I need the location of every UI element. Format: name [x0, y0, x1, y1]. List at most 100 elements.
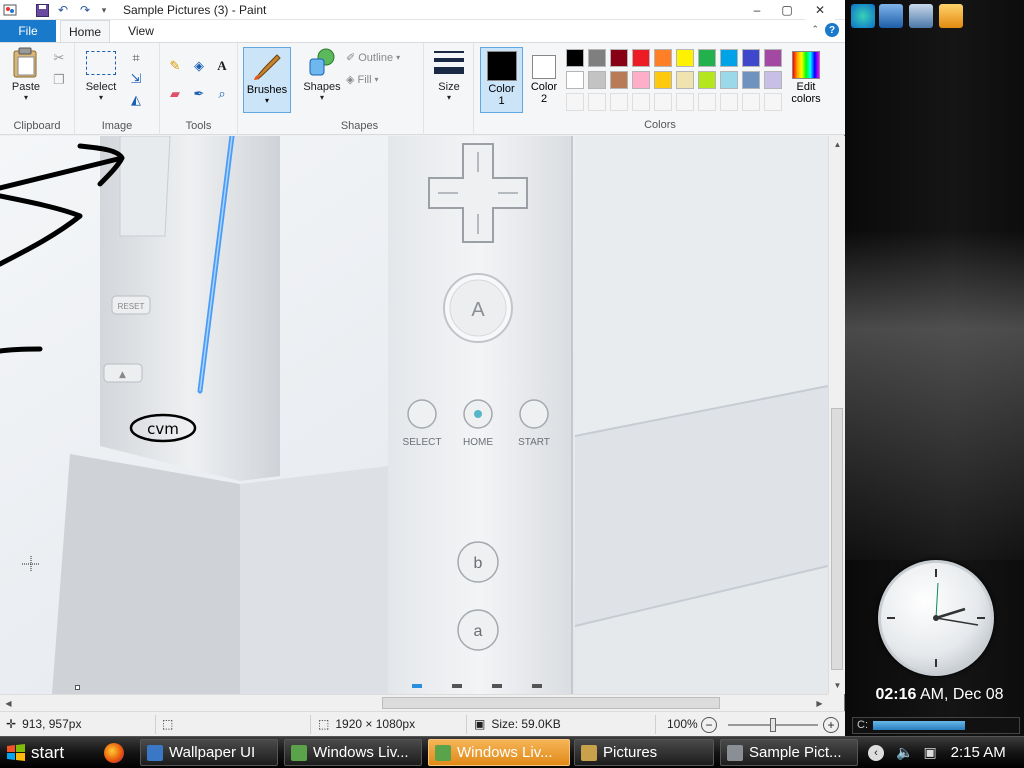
palette-color-swatch[interactable]: [588, 49, 606, 67]
palette-color-swatch[interactable]: [632, 49, 650, 67]
taskbar-button[interactable]: Pictures: [574, 739, 714, 766]
crop-icon[interactable]: ⌗: [127, 49, 145, 67]
eraser-icon[interactable]: ▰: [166, 85, 184, 103]
vertical-scrollbar[interactable]: ▲ ▼: [828, 136, 845, 694]
custom-color-slot[interactable]: [566, 93, 584, 111]
shapes-button[interactable]: Shapes ▾: [300, 47, 344, 102]
custom-color-slot[interactable]: [676, 93, 694, 111]
paste-button[interactable]: Paste ▾: [6, 47, 46, 102]
palette-color-swatch[interactable]: [764, 49, 782, 67]
custom-color-slot[interactable]: [632, 93, 650, 111]
outline-button[interactable]: ✐ Outline ▾: [346, 51, 400, 65]
network-icon[interactable]: ▣: [923, 744, 936, 761]
palette-color-swatch[interactable]: [654, 49, 672, 67]
home-label-wii: HOME: [463, 437, 493, 448]
paint-app-icon[interactable]: [2, 2, 18, 18]
magnifier-icon[interactable]: ⌕: [213, 85, 231, 103]
scroll-right-icon[interactable]: ▶: [811, 695, 828, 712]
custom-color-slot[interactable]: [764, 93, 782, 111]
pencil-icon[interactable]: ✎: [166, 57, 184, 75]
palette-color-swatch[interactable]: [566, 49, 584, 67]
start-label-wii: START: [518, 437, 550, 448]
minimize-button[interactable]: –: [742, 0, 772, 20]
horizontal-scrollbar[interactable]: ◀ ▶: [0, 694, 828, 711]
custom-color-slot[interactable]: [720, 93, 738, 111]
palette-color-swatch[interactable]: [610, 71, 628, 89]
undo-icon[interactable]: ↶: [55, 2, 71, 18]
color-picker-icon[interactable]: ✒: [190, 85, 208, 103]
palette-color-swatch[interactable]: [676, 49, 694, 67]
palette-color-swatch[interactable]: [654, 71, 672, 89]
palette-color-swatch[interactable]: [742, 71, 760, 89]
drawing-canvas[interactable]: RESET ▲ cvm A SELECT HOME START b a: [0, 136, 828, 694]
taskbar-button[interactable]: Windows Liv...: [428, 739, 570, 766]
redo-icon[interactable]: ↷: [77, 2, 93, 18]
edit-colors-button[interactable]: Edit colors: [786, 47, 826, 113]
maximize-button[interactable]: ▢: [772, 0, 802, 20]
zoom-slider-thumb[interactable]: [770, 718, 776, 732]
zoom-in-button[interactable]: +: [823, 717, 839, 733]
palette-color-swatch[interactable]: [720, 71, 738, 89]
palette-color-swatch[interactable]: [676, 71, 694, 89]
select-button[interactable]: Select ▾: [81, 47, 121, 102]
scroll-left-icon[interactable]: ◀: [0, 695, 17, 712]
palette-color-swatch[interactable]: [720, 49, 738, 67]
custom-color-slot[interactable]: [654, 93, 672, 111]
taskbar-button[interactable]: Sample Pict...: [720, 739, 858, 766]
clock-gadget[interactable]: [878, 560, 994, 676]
customize-qat-icon[interactable]: ▾: [96, 2, 112, 18]
palette-color-swatch[interactable]: [698, 71, 716, 89]
palette-color-swatch[interactable]: [610, 49, 628, 67]
paste-dropdown-icon[interactable]: ▾: [6, 93, 46, 102]
select-dropdown-icon[interactable]: ▾: [81, 93, 121, 102]
canvas-resize-handle[interactable]: [75, 685, 80, 690]
color1-button[interactable]: Color 1: [480, 47, 523, 113]
edge-icon[interactable]: [851, 4, 875, 28]
taskbar-button[interactable]: Wallpaper UI: [140, 739, 278, 766]
media-player-icon[interactable]: [939, 4, 963, 28]
palette-color-swatch[interactable]: [764, 71, 782, 89]
custom-color-slot[interactable]: [698, 93, 716, 111]
palette-color-swatch[interactable]: [742, 49, 760, 67]
volume-muted-icon[interactable]: 🔈: [896, 744, 913, 761]
horizontal-scroll-thumb[interactable]: [382, 697, 720, 709]
switch-windows-icon[interactable]: [909, 4, 933, 28]
tray-expand-icon[interactable]: ‹: [868, 744, 884, 761]
drive-label: C:: [857, 719, 868, 731]
zoom-slider[interactable]: [728, 718, 818, 732]
vertical-scroll-thumb[interactable]: [831, 408, 843, 670]
collapse-ribbon-icon[interactable]: ⌃: [811, 24, 819, 35]
firefox-icon[interactable]: [104, 743, 124, 763]
start-button[interactable]: start: [0, 737, 90, 768]
custom-color-slot[interactable]: [588, 93, 606, 111]
custom-color-slot[interactable]: [742, 93, 760, 111]
brushes-button[interactable]: Brushes ▾: [243, 47, 291, 113]
scroll-down-icon[interactable]: ▼: [829, 677, 846, 694]
palette-color-swatch[interactable]: [588, 71, 606, 89]
copy-icon[interactable]: ❐: [50, 71, 68, 89]
text-icon[interactable]: A: [213, 57, 231, 75]
cut-icon[interactable]: ✂: [50, 49, 68, 67]
scroll-up-icon[interactable]: ▲: [829, 136, 846, 153]
tab-view[interactable]: View: [118, 20, 164, 42]
image-dimensions: ⬚ 1920 × 1080px: [318, 717, 415, 731]
tab-home[interactable]: Home: [60, 20, 110, 42]
help-icon[interactable]: ?: [825, 23, 839, 37]
zoom-out-button[interactable]: −: [701, 717, 717, 733]
custom-color-slot[interactable]: [610, 93, 628, 111]
color2-button[interactable]: Color 2: [524, 47, 564, 113]
resize-icon[interactable]: ⇲: [127, 70, 145, 88]
tab-file[interactable]: File: [0, 20, 56, 42]
size-button[interactable]: Size ▾: [430, 47, 468, 102]
save-icon[interactable]: [34, 2, 50, 18]
fill-bucket-icon[interactable]: ◈: [190, 57, 208, 75]
palette-color-swatch[interactable]: [698, 49, 716, 67]
taskbar-button[interactable]: Windows Liv...: [284, 739, 422, 766]
palette-color-swatch[interactable]: [632, 71, 650, 89]
palette-color-swatch[interactable]: [566, 71, 584, 89]
show-desktop-icon[interactable]: [879, 4, 903, 28]
rotate-icon[interactable]: ◭: [127, 91, 145, 109]
fill-button[interactable]: ◈ Fill ▾: [346, 73, 379, 87]
close-button[interactable]: ✕: [805, 0, 835, 20]
taskbar-clock[interactable]: 2:15 AM: [951, 744, 1006, 761]
